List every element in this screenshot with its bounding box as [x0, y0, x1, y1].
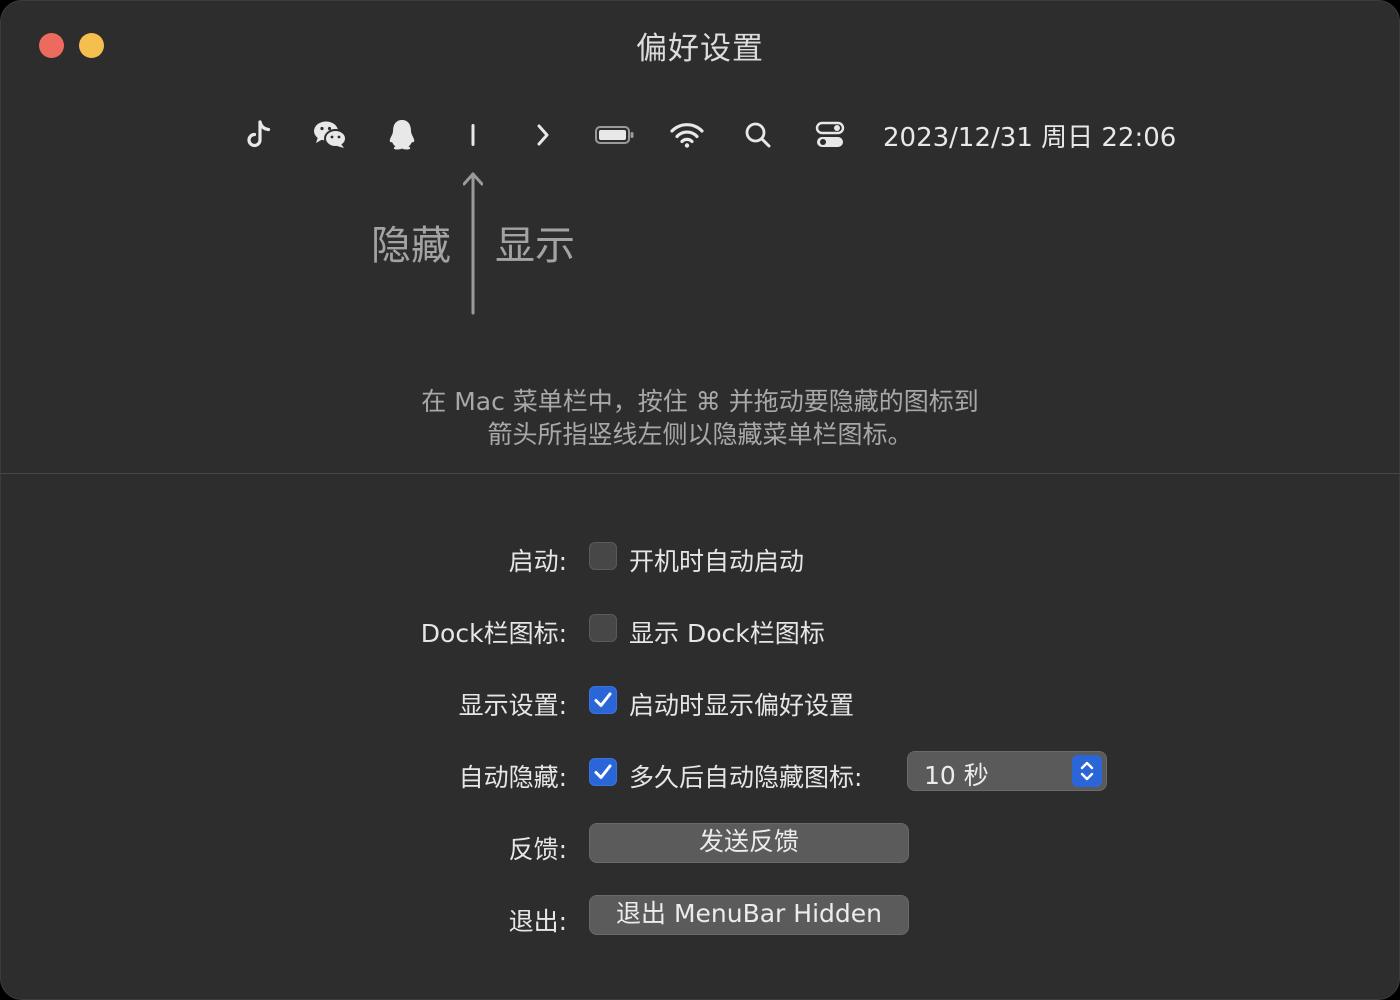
- dock-icon-checkbox[interactable]: [589, 614, 617, 642]
- checkmark-icon: [594, 764, 612, 779]
- wifi-icon: [665, 113, 709, 157]
- feedback-setting-row: 反馈: 发送反馈: [1, 823, 1399, 864]
- checkmark-icon: [594, 692, 612, 707]
- up-arrow-icon: [462, 171, 484, 320]
- show-settings-checkbox-text[interactable]: 启动时显示偏好设置: [629, 686, 854, 722]
- auto-hide-setting-row: 自动隐藏: 多久后自动隐藏图标: 10 秒: [1, 751, 1399, 794]
- preferences-window: 偏好设置 2023/12/31 周日 22:06 隐藏 显示 在 Mac 菜单栏…: [0, 0, 1400, 1000]
- instruction-line-1: 在 Mac 菜单栏中，按住 ⌘ 并拖动要隐藏的图标到: [421, 387, 979, 416]
- menubar-preview: 2023/12/31 周日 22:06: [1, 109, 1399, 159]
- startup-setting-row: 启动: 开机时自动启动: [1, 536, 1399, 576]
- control-center-icon: [808, 113, 852, 157]
- wechat-icon: [308, 113, 352, 157]
- auto-hide-checkbox-text[interactable]: 多久后自动隐藏图标:: [629, 758, 862, 794]
- separator-line-icon[interactable]: [451, 113, 495, 157]
- feedback-label: 反馈:: [508, 835, 567, 864]
- quit-setting-row: 退出: 退出 MenuBar Hidden: [1, 895, 1399, 936]
- dock-icon-checkbox-text[interactable]: 显示 Dock栏图标: [629, 614, 825, 650]
- dock-icon-label: Dock栏图标:: [420, 619, 567, 648]
- window-title: 偏好设置: [636, 31, 764, 67]
- hide-zone-label: 隐藏: [371, 223, 451, 269]
- auto-hide-checkbox[interactable]: [589, 758, 617, 786]
- chevron-right-icon[interactable]: [521, 113, 565, 157]
- search-icon: [736, 113, 780, 157]
- show-settings-checkbox[interactable]: [589, 686, 617, 714]
- startup-checkbox-text[interactable]: 开机时自动启动: [629, 542, 804, 578]
- show-settings-label: 显示设置:: [458, 691, 567, 720]
- show-zone-label: 显示: [495, 223, 575, 269]
- auto-hide-label: 自动隐藏:: [458, 763, 567, 792]
- menubar-datetime: 2023/12/31 周日 22:06: [883, 123, 1177, 153]
- startup-checkbox[interactable]: [589, 542, 617, 570]
- instructions-text: 在 Mac 菜单栏中，按住 ⌘ 并拖动要隐藏的图标到 箭头所指竖线左侧以隐藏菜单…: [1, 385, 1399, 451]
- quit-app-button[interactable]: 退出 MenuBar Hidden: [589, 895, 909, 935]
- instruction-line-2: 箭头所指竖线左侧以隐藏菜单栏图标。: [487, 420, 913, 449]
- tiktok-icon: [237, 113, 281, 157]
- auto-hide-delay-select[interactable]: 10 秒: [907, 751, 1107, 791]
- show-settings-row: 显示设置: 启动时显示偏好设置: [1, 680, 1399, 720]
- qq-icon: [380, 113, 424, 157]
- select-stepper-icon[interactable]: [1072, 755, 1102, 787]
- battery-icon: [593, 113, 637, 157]
- send-feedback-button[interactable]: 发送反馈: [589, 823, 909, 863]
- startup-label: 启动:: [508, 547, 567, 576]
- quit-label: 退出:: [508, 907, 567, 936]
- auto-hide-delay-value: 10 秒: [924, 761, 989, 790]
- dock-icon-setting-row: Dock栏图标: 显示 Dock栏图标: [1, 608, 1399, 648]
- section-divider: [1, 473, 1399, 474]
